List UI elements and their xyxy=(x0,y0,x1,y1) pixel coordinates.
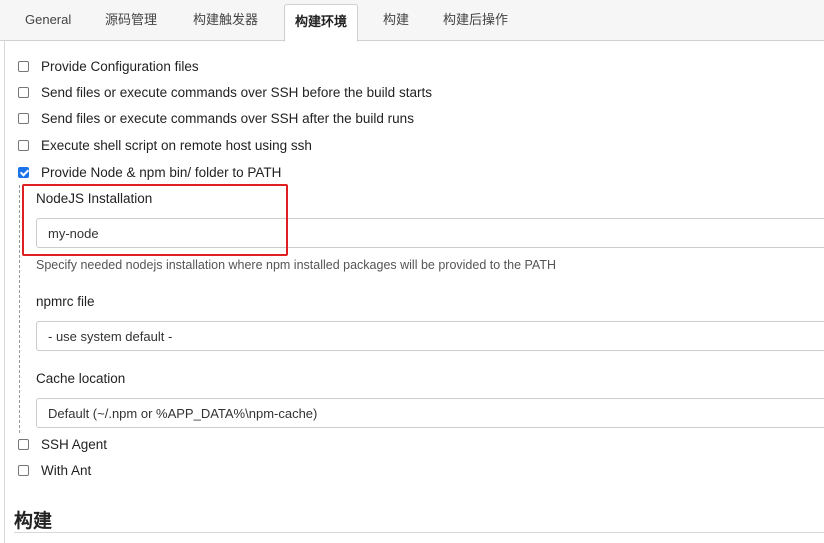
option-provide-node-npm[interactable]: Provide Node & npm bin/ folder to PATH xyxy=(18,162,281,182)
cache-location-label: Cache location xyxy=(36,371,126,386)
option-label: Provide Configuration files xyxy=(41,58,199,74)
checkbox[interactable] xyxy=(18,86,29,98)
option-label: Send files or execute commands over SSH … xyxy=(41,84,432,100)
nested-config-guide xyxy=(19,185,20,433)
checkbox[interactable] xyxy=(18,139,29,151)
tab-build-environment[interactable]: 构建环境 xyxy=(284,4,359,42)
nodejs-installation-select[interactable]: my-node xyxy=(36,218,824,248)
cache-location-select[interactable]: Default (~/.npm or %APP_DATA%\npm-cache) xyxy=(36,398,824,428)
option-label: With Ant xyxy=(41,462,92,478)
checkbox[interactable] xyxy=(18,60,29,72)
tab-post-build-actions[interactable]: 构建后操作 xyxy=(443,0,508,40)
npmrc-file-value: - use system default - xyxy=(48,329,173,344)
option-ssh-after-build[interactable]: Send files or execute commands over SSH … xyxy=(18,108,414,128)
option-ssh-agent[interactable]: SSH Agent xyxy=(18,434,107,454)
checkbox[interactable] xyxy=(18,438,29,450)
nodejs-installation-value: my-node xyxy=(48,226,99,241)
option-execute-remote-shell[interactable]: Execute shell script on remote host usin… xyxy=(18,135,312,155)
checkbox[interactable] xyxy=(18,112,29,124)
option-with-ant[interactable]: With Ant xyxy=(18,460,91,480)
checkbox-checked[interactable] xyxy=(18,166,29,178)
checkbox[interactable] xyxy=(18,464,29,476)
build-section-title: 构建 xyxy=(14,511,53,532)
cache-location-value: Default (~/.npm or %APP_DATA%\npm-cache) xyxy=(48,406,318,421)
option-label: Send files or execute commands over SSH … xyxy=(41,110,414,126)
option-label: Provide Node & npm bin/ folder to PATH xyxy=(41,164,282,180)
nodejs-installation-help: Specify needed nodejs installation where… xyxy=(36,258,556,272)
option-label: Execute shell script on remote host usin… xyxy=(41,137,312,153)
content-left-border xyxy=(4,40,5,543)
npmrc-file-label: npmrc file xyxy=(36,294,95,309)
npmrc-file-select[interactable]: - use system default - xyxy=(36,321,824,351)
option-provide-configuration-files[interactable]: Provide Configuration files xyxy=(18,56,199,76)
config-tab-bar: General 源码管理 构建触发器 构建环境 构建 构建后操作 xyxy=(0,0,824,42)
section-divider xyxy=(14,532,824,533)
tab-source-code-management[interactable]: 源码管理 xyxy=(105,0,157,40)
option-ssh-before-build[interactable]: Send files or execute commands over SSH … xyxy=(18,82,432,102)
tab-build[interactable]: 构建 xyxy=(383,0,409,40)
option-label: SSH Agent xyxy=(41,436,108,452)
tab-general[interactable]: General xyxy=(25,0,71,40)
tab-build-triggers[interactable]: 构建触发器 xyxy=(193,0,258,40)
nodejs-installation-label: NodeJS Installation xyxy=(36,191,153,206)
